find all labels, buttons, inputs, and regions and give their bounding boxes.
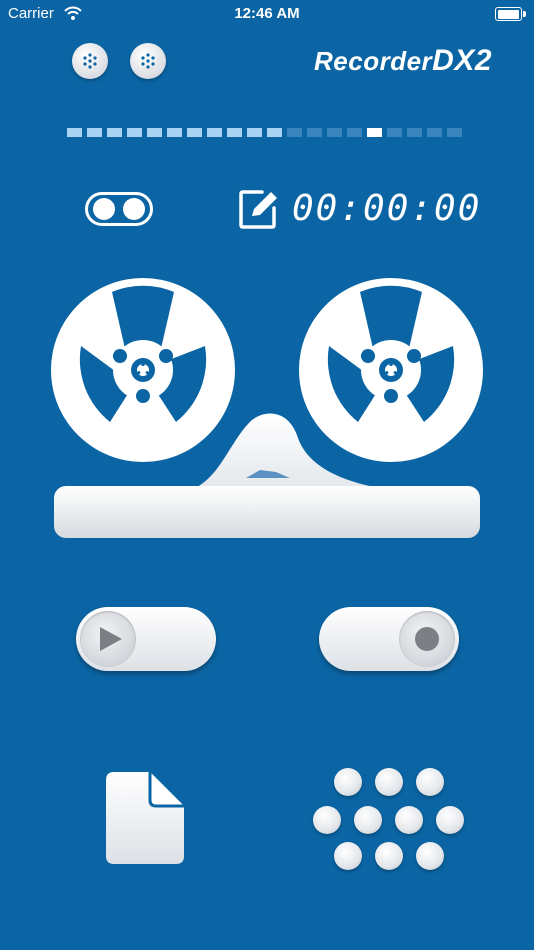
brand-main: Recorder [314, 46, 433, 76]
meter-segment [387, 128, 402, 137]
clock: 12:46 AM [234, 5, 300, 22]
menu-dot [416, 842, 444, 870]
speaker-grille-icon [141, 53, 155, 69]
meter-segment [427, 128, 442, 137]
record-icon [415, 627, 439, 651]
meter-segment [247, 128, 262, 137]
meter-segment [107, 128, 122, 137]
play-button[interactable] [76, 607, 216, 671]
menu-dot [334, 842, 362, 870]
meter-segment [87, 128, 102, 137]
battery-fill [497, 9, 519, 19]
toggle-dot-left [93, 198, 115, 220]
app-logo: RecorderDX2 [314, 44, 492, 78]
meter-segment [147, 128, 162, 137]
meter-segment [187, 128, 202, 137]
meter-segment [127, 128, 142, 137]
meter-segment [347, 128, 362, 137]
meter-segment [307, 128, 322, 137]
brand-suffix: DX2 [432, 44, 493, 77]
file-icon[interactable] [106, 770, 186, 866]
meter-segment [207, 128, 222, 137]
speaker-right-button[interactable] [130, 43, 166, 79]
left-reel [51, 278, 235, 462]
menu-dot [354, 806, 382, 834]
record-knob [399, 611, 455, 667]
meter-segment [407, 128, 422, 137]
menu-dot [436, 806, 464, 834]
timer-display: 00:00:00 [292, 188, 482, 229]
meter-segment [227, 128, 242, 137]
meter-segment [447, 128, 462, 137]
menu-dot [313, 806, 341, 834]
meter-segment [327, 128, 342, 137]
meter-segment [167, 128, 182, 137]
speaker-left-button[interactable] [72, 43, 108, 79]
battery-icon [495, 7, 526, 21]
menu-dot [334, 768, 362, 796]
play-knob [80, 611, 136, 667]
speaker-grille-icon [83, 53, 97, 69]
play-icon [100, 627, 122, 651]
tape-deck [51, 278, 483, 538]
right-reel [299, 278, 483, 462]
toggle-dot-right [123, 198, 145, 220]
edit-icon[interactable] [238, 188, 280, 230]
status-bar: Carrier 12:46 AM [0, 0, 534, 28]
menu-dot [395, 806, 423, 834]
meter-segment [267, 128, 282, 137]
deck-base [54, 486, 480, 538]
meter-segment [287, 128, 302, 137]
menu-dot [375, 768, 403, 796]
menu-dot [416, 768, 444, 796]
record-button[interactable] [319, 607, 459, 671]
menu-dot [375, 842, 403, 870]
menu-grid-button[interactable] [313, 766, 464, 870]
loop-toggle[interactable] [85, 192, 153, 226]
meter-segment [67, 128, 82, 137]
meter-segment [367, 128, 382, 137]
